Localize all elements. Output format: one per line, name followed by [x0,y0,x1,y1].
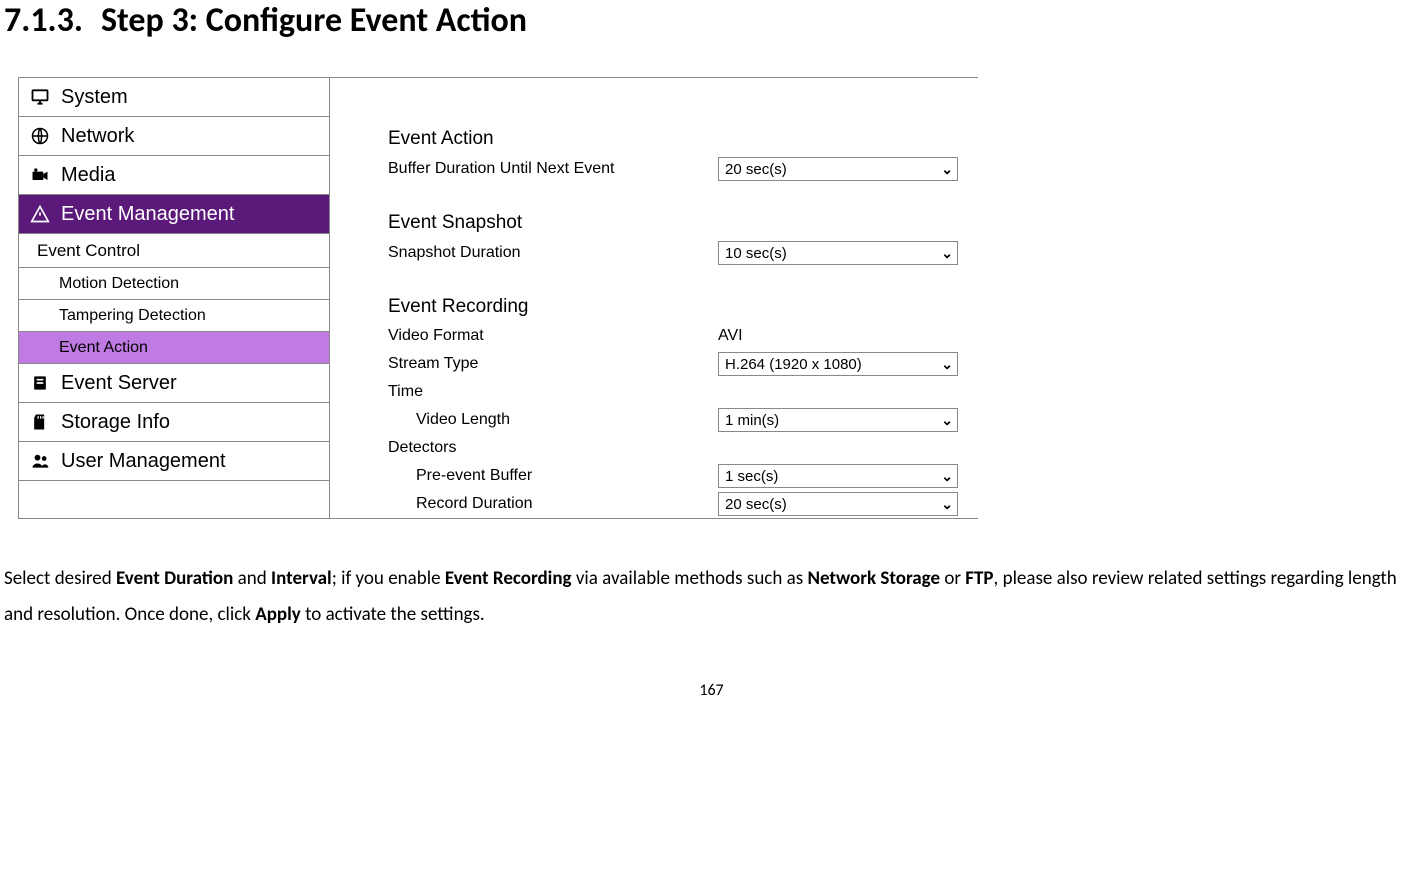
chevron-down-icon: ⌄ [941,496,953,513]
stream-type-select[interactable]: H.264 (1920 x 1080) ⌄ [718,352,958,376]
video-length-label: Video Length [388,411,718,429]
text-fragment: to activate the settings. [301,603,485,626]
sidebar-item-event-management[interactable]: Event Management [19,195,329,234]
text-bold: Event Recording [445,567,572,590]
event-action-title: Event Action [388,128,978,150]
buffer-duration-select[interactable]: 20 sec(s) ⌄ [718,157,958,181]
record-duration-label: Record Duration [388,495,718,513]
sidebar-item-label: Event Server [61,372,177,395]
section-heading: 7.1.3. Step 3: Configure Event Action [4,0,1423,41]
text-bold: Event Duration [116,567,233,590]
sidebar-item-label: Event Management [61,203,234,226]
event-snapshot-title: Event Snapshot [388,212,978,234]
sidebar-item-label: Event Control [37,241,140,261]
alert-icon [29,203,51,225]
pre-event-buffer-label: Pre-event Buffer [388,467,718,485]
sidebar-item-event-control[interactable]: Event Control [19,234,329,268]
text-fragment: ; if you enable [332,567,445,590]
sidebar: System Network Media Event Management [19,78,330,518]
sidebar-item-event-server[interactable]: Event Server [19,364,329,403]
sidebar-item-label: Tampering Detection [59,307,206,325]
sidebar-item-storage-info[interactable]: Storage Info [19,403,329,442]
server-icon [29,372,51,394]
time-label: Time [388,383,718,401]
video-format-label: Video Format [388,327,718,345]
instruction-paragraph: Select desired Event Duration and Interv… [4,561,1414,633]
text-fragment: or [940,567,965,590]
chevron-down-icon: ⌄ [941,245,953,262]
heading-number: 7.1.3. [4,0,83,41]
chevron-down-icon: ⌄ [941,412,953,429]
record-duration-select[interactable]: 20 sec(s) ⌄ [718,492,958,516]
stream-type-label: Stream Type [388,355,718,373]
text-bold: Apply [255,603,301,626]
snapshot-duration-select[interactable]: 10 sec(s) ⌄ [718,241,958,265]
event-recording-title: Event Recording [388,296,978,318]
sidebar-spacer [19,481,329,518]
chevron-down-icon: ⌄ [941,161,953,178]
sidebar-item-system[interactable]: System [19,78,329,117]
sidebar-item-label: Motion Detection [59,275,179,293]
select-value: 20 sec(s) [725,496,787,513]
users-icon [29,450,51,472]
sidebar-item-event-action[interactable]: Event Action [19,332,329,364]
text-fragment: via available methods such as [572,567,808,590]
monitor-icon [29,86,51,108]
text-bold: Interval [271,567,332,590]
detectors-label: Detectors [388,439,718,457]
select-value: 1 min(s) [725,412,779,429]
sidebar-item-label: User Management [61,450,226,473]
select-value: 20 sec(s) [725,161,787,178]
text-bold: Network Storage [807,567,940,590]
text-fragment: Select desired [4,567,116,590]
buffer-duration-label: Buffer Duration Until Next Event [388,160,718,178]
camera-icon [29,164,51,186]
sd-card-icon [29,411,51,433]
sidebar-item-label: Network [61,125,134,148]
select-value: 1 sec(s) [725,468,778,485]
sidebar-item-network[interactable]: Network [19,117,329,156]
sidebar-item-media[interactable]: Media [19,156,329,195]
select-value: 10 sec(s) [725,245,787,262]
snapshot-duration-label: Snapshot Duration [388,244,718,262]
sidebar-item-label: System [61,86,128,109]
page-number: 167 [0,681,1423,700]
chevron-down-icon: ⌄ [941,468,953,485]
sidebar-item-label: Storage Info [61,411,170,434]
heading-title: Step 3: Configure Event Action [101,0,527,41]
select-value: H.264 (1920 x 1080) [725,356,862,373]
sidebar-item-motion-detection[interactable]: Motion Detection [19,268,329,300]
chevron-down-icon: ⌄ [941,356,953,373]
content-pane: Event Action Buffer Duration Until Next … [330,78,978,518]
sidebar-item-label: Media [61,164,115,187]
sidebar-item-label: Event Action [59,339,148,357]
pre-event-buffer-select[interactable]: 1 sec(s) ⌄ [718,464,958,488]
globe-icon [29,125,51,147]
sidebar-item-tampering-detection[interactable]: Tampering Detection [19,300,329,332]
sidebar-item-user-management[interactable]: User Management [19,442,329,481]
video-format-value: AVI [718,327,743,345]
video-length-select[interactable]: 1 min(s) ⌄ [718,408,958,432]
text-fragment: and [233,567,271,590]
settings-panel: System Network Media Event Management [18,77,978,519]
text-bold: FTP [965,567,993,590]
